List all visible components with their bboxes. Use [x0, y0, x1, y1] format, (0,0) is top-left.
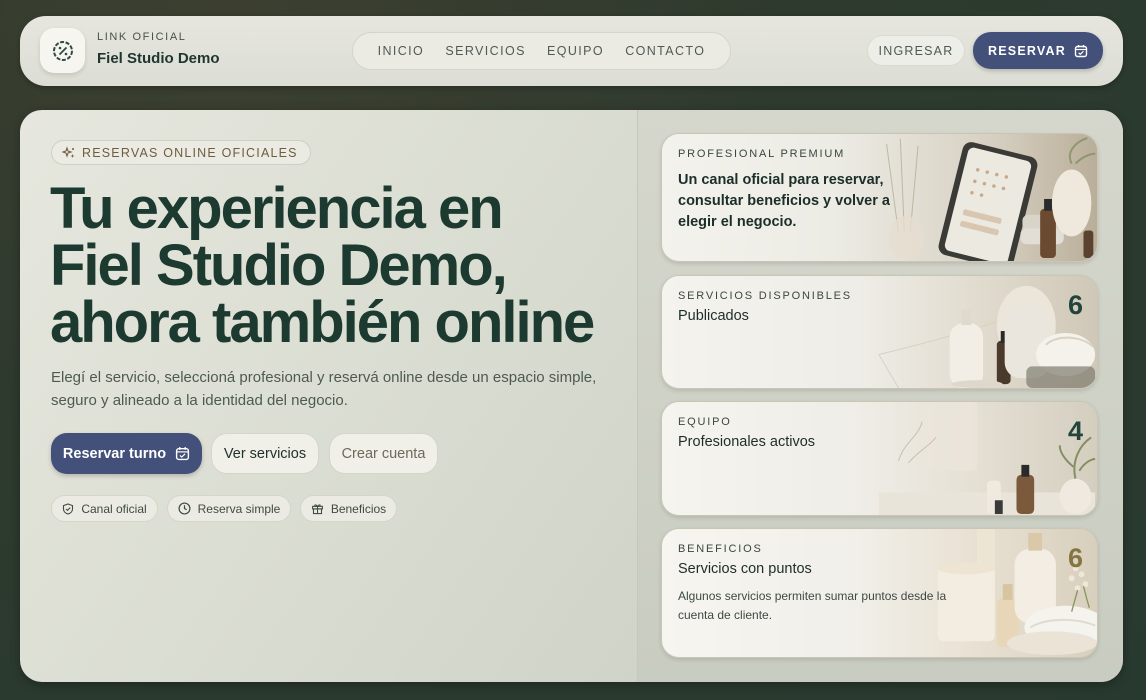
chip-label: Reserva simple [197, 501, 281, 516]
services-card[interactable]: SERVICIOS DISPONIBLES Publicados 6 [661, 275, 1098, 389]
premium-card-kicker: PROFESIONAL PREMIUM [678, 148, 846, 160]
services-card-label: Publicados [678, 308, 749, 324]
benefits-count: 6 [1067, 543, 1083, 573]
panel-divider [637, 110, 638, 682]
benefits-card-label: Servicios con puntos [678, 561, 812, 577]
chip-official-channel: Canal oficial [51, 495, 158, 522]
spa-interior-illustration [878, 402, 1096, 515]
benefits-card-kicker: BENEFICIOS [678, 543, 763, 555]
brand-kicker: LINK OFICIAL [97, 31, 187, 43]
services-count: 6 [1067, 290, 1083, 320]
spa-bottles-illustration [878, 285, 1096, 388]
shield-check-icon [63, 502, 74, 515]
clock-icon [178, 502, 191, 515]
chip-label: Beneficios [330, 501, 387, 516]
nav-link-servicios[interactable]: SERVICIOS [445, 44, 525, 58]
calendar-icon [175, 447, 190, 461]
main-nav: INICIO SERVICIOS EQUIPO CONTACTO [352, 32, 731, 70]
brand-logo[interactable] [40, 28, 85, 73]
badge-label: RESERVAS ONLINE OFICIALES [82, 145, 298, 160]
view-services-button[interactable]: Ver servicios [211, 433, 319, 474]
nav-link-contacto[interactable]: CONTACTO [625, 44, 705, 58]
chip-benefits: Beneficios [300, 495, 397, 522]
sparkle-icon [62, 145, 75, 158]
book-appointment-label: Reservar turno [62, 445, 167, 462]
online-booking-badge: RESERVAS ONLINE OFICIALES [51, 140, 311, 165]
hero-title: Tu experiencia en Fiel Studio Demo, ahor… [50, 180, 620, 352]
hero-panel: RESERVAS ONLINE OFICIALES Tu experiencia… [20, 110, 1123, 682]
nav-link-inicio[interactable]: INICIO [378, 44, 425, 58]
benefits-card[interactable]: BENEFICIOS Servicios con puntos 6 Alguno… [661, 528, 1098, 658]
team-card-label: Profesionales activos [678, 434, 816, 450]
spa-tablet-illustration [886, 137, 1096, 261]
nav-link-equipo[interactable]: EQUIPO [547, 44, 604, 58]
team-card-kicker: EQUIPO [678, 416, 732, 428]
premium-card-text: Un canal oficial para reservar, consulta… [678, 172, 890, 230]
chip-simple-booking: Reserva simple [167, 495, 291, 522]
chip-label: Canal oficial [81, 501, 147, 516]
book-button[interactable]: RESERVAR [973, 32, 1103, 69]
team-count: 4 [1067, 416, 1083, 446]
calendar-icon [1074, 44, 1088, 57]
hero-title-line: Tu experiencia en [50, 176, 504, 241]
hero-title-line: ahora también online [50, 290, 595, 355]
login-button[interactable]: INGRESAR [867, 35, 965, 66]
premium-card: PROFESIONAL PREMIUM Un canal oficial par… [661, 133, 1098, 262]
top-navigation-bar: LINK OFICIAL Fiel Studio Demo INICIO SER… [20, 16, 1123, 86]
services-card-kicker: SERVICIOS DISPONIBLES [678, 290, 852, 302]
book-button-label: RESERVAR [988, 43, 1066, 58]
book-appointment-button[interactable]: Reservar turno [51, 433, 202, 474]
brand-name[interactable]: Fiel Studio Demo [97, 50, 220, 67]
team-card[interactable]: EQUIPO Profesionales activos 4 [661, 401, 1098, 516]
percent-badge-icon [52, 40, 73, 61]
hero-subtitle: Elegí el servicio, seleccioná profesiona… [51, 369, 597, 409]
gift-icon [311, 504, 323, 515]
benefits-card-description: Algunos servicios permiten sumar puntos … [678, 589, 947, 622]
hero-title-line: Fiel Studio Demo, [50, 233, 508, 298]
create-account-button[interactable]: Crear cuenta [329, 433, 438, 474]
